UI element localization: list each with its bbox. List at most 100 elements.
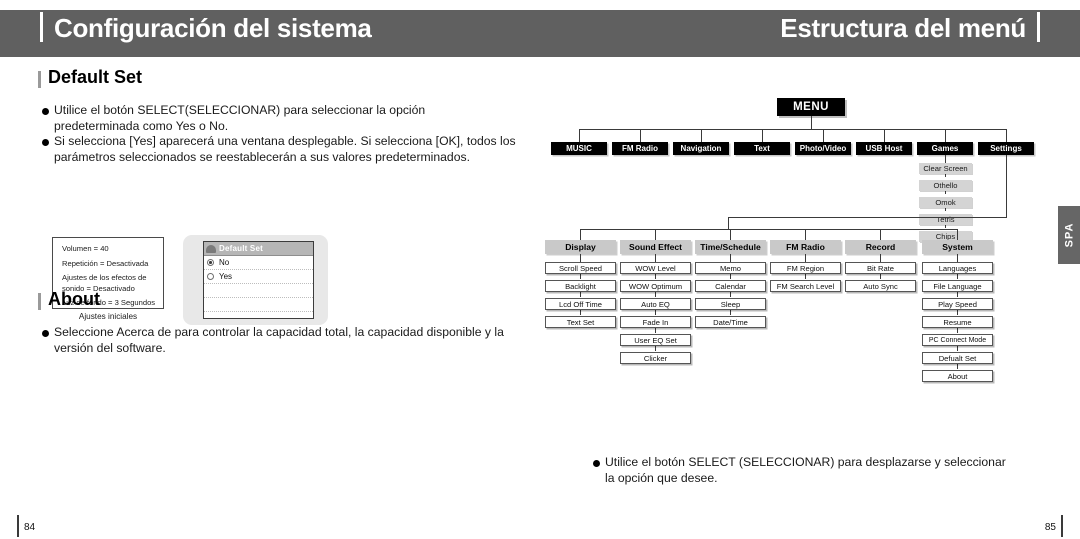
connector-display-3-4 bbox=[580, 310, 581, 315]
tree-node-auto-eq[interactable]: Auto EQ bbox=[620, 298, 691, 310]
connector-drop-photo-video bbox=[823, 129, 824, 142]
connector-drop-display bbox=[580, 229, 581, 240]
tree-node-user-eq-set[interactable]: User EQ Set bbox=[620, 334, 691, 346]
tree-node-wow-level[interactable]: WOW Level bbox=[620, 262, 691, 274]
tree-node-file-language[interactable]: File Language bbox=[922, 280, 993, 292]
tree-node-music[interactable]: MUSIC bbox=[551, 142, 607, 155]
connector-settings-stem bbox=[728, 217, 729, 229]
bullet-dot-icon bbox=[593, 460, 600, 467]
tree-node-languages[interactable]: Languages bbox=[922, 262, 993, 274]
tree-node-resume[interactable]: Resume bbox=[922, 316, 993, 328]
connector-drop-fm-radio bbox=[640, 129, 641, 142]
tree-node-scroll-speed[interactable]: Scroll Speed bbox=[545, 262, 616, 274]
initial-settings-caption: Ajustes iniciales bbox=[78, 312, 138, 321]
right-page: MENU MUSIC FM Radio Navigation Text Phot… bbox=[540, 57, 1080, 539]
tree-node-fm-radio-cat[interactable]: FM Radio bbox=[770, 240, 841, 254]
tree-node-omok[interactable]: Omok bbox=[919, 197, 972, 208]
tree-node-fm-radio[interactable]: FM Radio bbox=[612, 142, 668, 155]
page-number-left: 84 bbox=[24, 522, 36, 533]
connector-drop-navigation bbox=[701, 129, 702, 142]
header-right-rule bbox=[1037, 12, 1040, 42]
connector-system-6-7 bbox=[957, 364, 958, 369]
tree-node-date-time[interactable]: Date/Time bbox=[695, 316, 766, 328]
tree-node-photo-video[interactable]: Photo/Video bbox=[795, 142, 851, 155]
connector-category-bus bbox=[580, 229, 957, 230]
header-left-rule bbox=[40, 12, 43, 42]
tree-node-sleep[interactable]: Sleep bbox=[695, 298, 766, 310]
device-empty-row bbox=[204, 298, 313, 312]
folder-icon bbox=[206, 244, 216, 253]
menu-structure-diagram: MENU MUSIC FM Radio Navigation Text Phot… bbox=[540, 57, 1080, 477]
tree-node-tetris[interactable]: Tetris bbox=[919, 214, 972, 225]
tree-node-menu[interactable]: MENU bbox=[777, 98, 845, 116]
connector-drop-sound-effect bbox=[655, 229, 656, 240]
device-title-bar: Default Set bbox=[204, 242, 313, 256]
connector-settings-elbow bbox=[728, 217, 1007, 218]
device-option-no-label: No bbox=[219, 258, 230, 267]
connector-drop-time-schedule bbox=[730, 229, 731, 240]
language-tab-spa[interactable]: SPA bbox=[1058, 206, 1080, 264]
footer-rule-left bbox=[17, 515, 19, 537]
tree-node-lcd-off-time[interactable]: Lcd Off Time bbox=[545, 298, 616, 310]
tree-node-backlight[interactable]: Backlight bbox=[545, 280, 616, 292]
tree-node-sound-effect[interactable]: Sound Effect bbox=[620, 240, 691, 254]
connector-display-2-3 bbox=[580, 292, 581, 297]
tree-node-usb-host[interactable]: USB Host bbox=[856, 142, 912, 155]
bullet-default-set-2: Si selecciona [Yes] aparecerá una ventan… bbox=[42, 134, 517, 165]
device-option-yes[interactable]: Yes bbox=[204, 270, 313, 284]
tree-node-fm-search-level[interactable]: FM Search Level bbox=[770, 280, 841, 292]
tree-node-pc-connect-mode[interactable]: PC Connect Mode bbox=[922, 334, 993, 346]
connector-drop-system bbox=[957, 229, 958, 240]
tree-node-display[interactable]: Display bbox=[545, 240, 616, 254]
radio-button-no-icon[interactable] bbox=[207, 259, 214, 266]
left-page: Default Set Utilice el botón SELECT(SELE… bbox=[0, 57, 540, 539]
connector-display-stem bbox=[580, 254, 581, 262]
connector-sound-2-3 bbox=[655, 292, 656, 297]
radio-button-yes-icon[interactable] bbox=[207, 273, 214, 280]
tree-node-settings[interactable]: Settings bbox=[978, 142, 1034, 155]
tree-node-system[interactable]: System bbox=[922, 240, 993, 254]
device-illustration: Default Set No Yes bbox=[183, 235, 328, 325]
tree-node-clear-screen[interactable]: Clear Screen bbox=[919, 163, 972, 174]
tree-node-clicker[interactable]: Clicker bbox=[620, 352, 691, 364]
connector-system-stem bbox=[957, 254, 958, 262]
tree-node-fm-region[interactable]: FM Region bbox=[770, 262, 841, 274]
connector-drop-settings bbox=[1006, 129, 1007, 142]
page-title-right: Estructura del menú bbox=[780, 13, 1026, 43]
tree-node-memo[interactable]: Memo bbox=[695, 262, 766, 274]
tree-node-default-set[interactable]: Defualt Set bbox=[922, 352, 993, 364]
bullet-dot-icon bbox=[42, 139, 49, 146]
device-empty-row bbox=[204, 284, 313, 298]
bullet-about-1-text: Seleccione Acerca de para controlar la c… bbox=[54, 325, 504, 355]
tree-node-time-schedule[interactable]: Time/Schedule bbox=[695, 240, 766, 254]
device-empty-row bbox=[204, 312, 313, 318]
tree-node-bit-rate[interactable]: Bit Rate bbox=[845, 262, 916, 274]
tree-node-games[interactable]: Games bbox=[917, 142, 973, 155]
tree-node-about[interactable]: About bbox=[922, 370, 993, 382]
connector-sound-1-2 bbox=[655, 274, 656, 279]
tree-node-text-set[interactable]: Text Set bbox=[545, 316, 616, 328]
connector-drop-usb-host bbox=[884, 129, 885, 142]
tree-node-record[interactable]: Record bbox=[845, 240, 916, 254]
tree-node-auto-sync[interactable]: Auto Sync bbox=[845, 280, 916, 292]
tree-node-fade-in[interactable]: Fade In bbox=[620, 316, 691, 328]
connector-drop-text bbox=[762, 129, 763, 142]
device-screen-title: Default Set bbox=[219, 244, 263, 253]
bullet-default-set-1: Utilice el botón SELECT(SELECCIONAR) par… bbox=[42, 103, 512, 134]
tree-node-wow-optimum[interactable]: WOW Optimum bbox=[620, 280, 691, 292]
tree-node-navigation[interactable]: Navigation bbox=[673, 142, 729, 155]
tree-node-text[interactable]: Text bbox=[734, 142, 790, 155]
connector-record-stem bbox=[880, 254, 881, 262]
section-heading-about: About bbox=[48, 289, 100, 309]
connector-games-stem bbox=[945, 155, 946, 163]
initial-setting-line: Volumen = 40 bbox=[62, 244, 109, 253]
connector-fmradio-stem bbox=[805, 254, 806, 262]
bullet-note-text: Utilice el botón SELECT (SELECCIONAR) pa… bbox=[605, 455, 1006, 485]
tree-node-play-speed[interactable]: Play Speed bbox=[922, 298, 993, 310]
page-number-right: 85 bbox=[1044, 522, 1056, 533]
tree-node-othello[interactable]: Othello bbox=[919, 180, 972, 191]
bullet-default-set-2-text: Si selecciona [Yes] aparecerá una ventan… bbox=[54, 134, 516, 164]
tree-node-calendar[interactable]: Calendar bbox=[695, 280, 766, 292]
connector-time-stem bbox=[730, 254, 731, 262]
device-option-no[interactable]: No bbox=[204, 256, 313, 270]
